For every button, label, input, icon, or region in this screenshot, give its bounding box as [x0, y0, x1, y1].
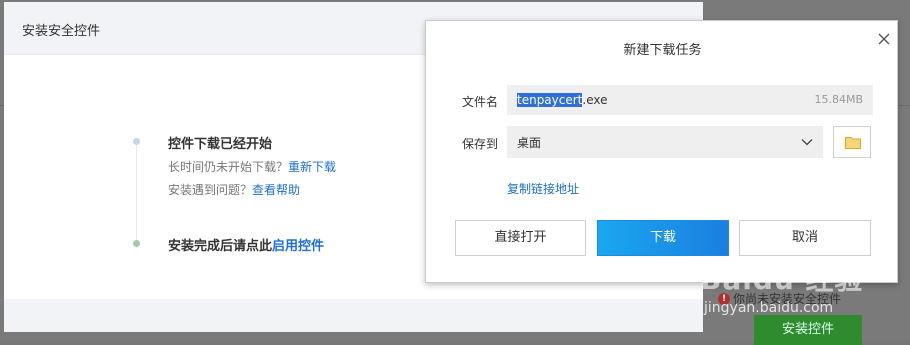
step1-retry-text: 长时间仍未开始下载？	[168, 160, 289, 174]
copy-link-address[interactable]: 复制链接地址	[507, 180, 579, 197]
enable-control-link[interactable]: 启用控件	[272, 239, 324, 254]
cancel-button[interactable]: 取消	[739, 220, 871, 256]
file-name-input[interactable]: tenpaycert.exe 15.84MB	[507, 85, 873, 115]
step1-dot	[133, 138, 140, 145]
browse-folder-button[interactable]	[833, 126, 871, 158]
file-name-selection: tenpaycert	[517, 93, 583, 107]
folder-icon	[845, 137, 861, 149]
close-icon[interactable]	[876, 31, 892, 47]
view-help-link[interactable]: 查看帮助	[252, 183, 300, 197]
install-dialog-title: 安装安全控件	[22, 24, 101, 39]
step1-retry-line: 长时间仍未开始下载？重新下载	[168, 158, 336, 175]
baidu-watermark-logo: Baidu 经验	[700, 263, 864, 296]
step2-text: 安装完成后请点此	[168, 239, 273, 254]
step1-help-line: 安装遇到问题？查看帮助	[168, 181, 300, 198]
step2-dot	[133, 240, 140, 247]
download-dialog-title: 新建下载任务	[623, 43, 702, 58]
steps-connector	[136, 142, 137, 248]
file-name-extension: .exe	[582, 93, 608, 107]
redownload-link[interactable]: 重新下载	[288, 160, 336, 174]
new-download-dialog: 新建下载任务 文件名 tenpaycert.exe 15.84MB 保存到 桌面…	[425, 20, 898, 283]
chevron-down-icon	[801, 139, 813, 146]
save-location-value: 桌面	[517, 136, 542, 150]
file-name-label: 文件名	[462, 95, 499, 109]
save-to-label: 保存到	[462, 137, 499, 151]
download-button[interactable]: 下载	[597, 220, 729, 256]
install-dialog-footer	[4, 299, 703, 332]
step1-title: 控件下载已经开始	[168, 137, 273, 152]
file-size: 15.84MB	[814, 93, 863, 106]
file-name-value: tenpaycert.exe	[517, 93, 608, 107]
open-directly-button[interactable]: 直接打开	[455, 220, 586, 256]
save-location-select[interactable]: 桌面	[507, 126, 823, 158]
step2-title: 安装完成后请点此启用控件	[168, 235, 324, 254]
baidu-watermark-url: jingyan.baidu.com	[704, 300, 834, 316]
step1-help-text: 安装遇到问题？	[168, 183, 253, 197]
